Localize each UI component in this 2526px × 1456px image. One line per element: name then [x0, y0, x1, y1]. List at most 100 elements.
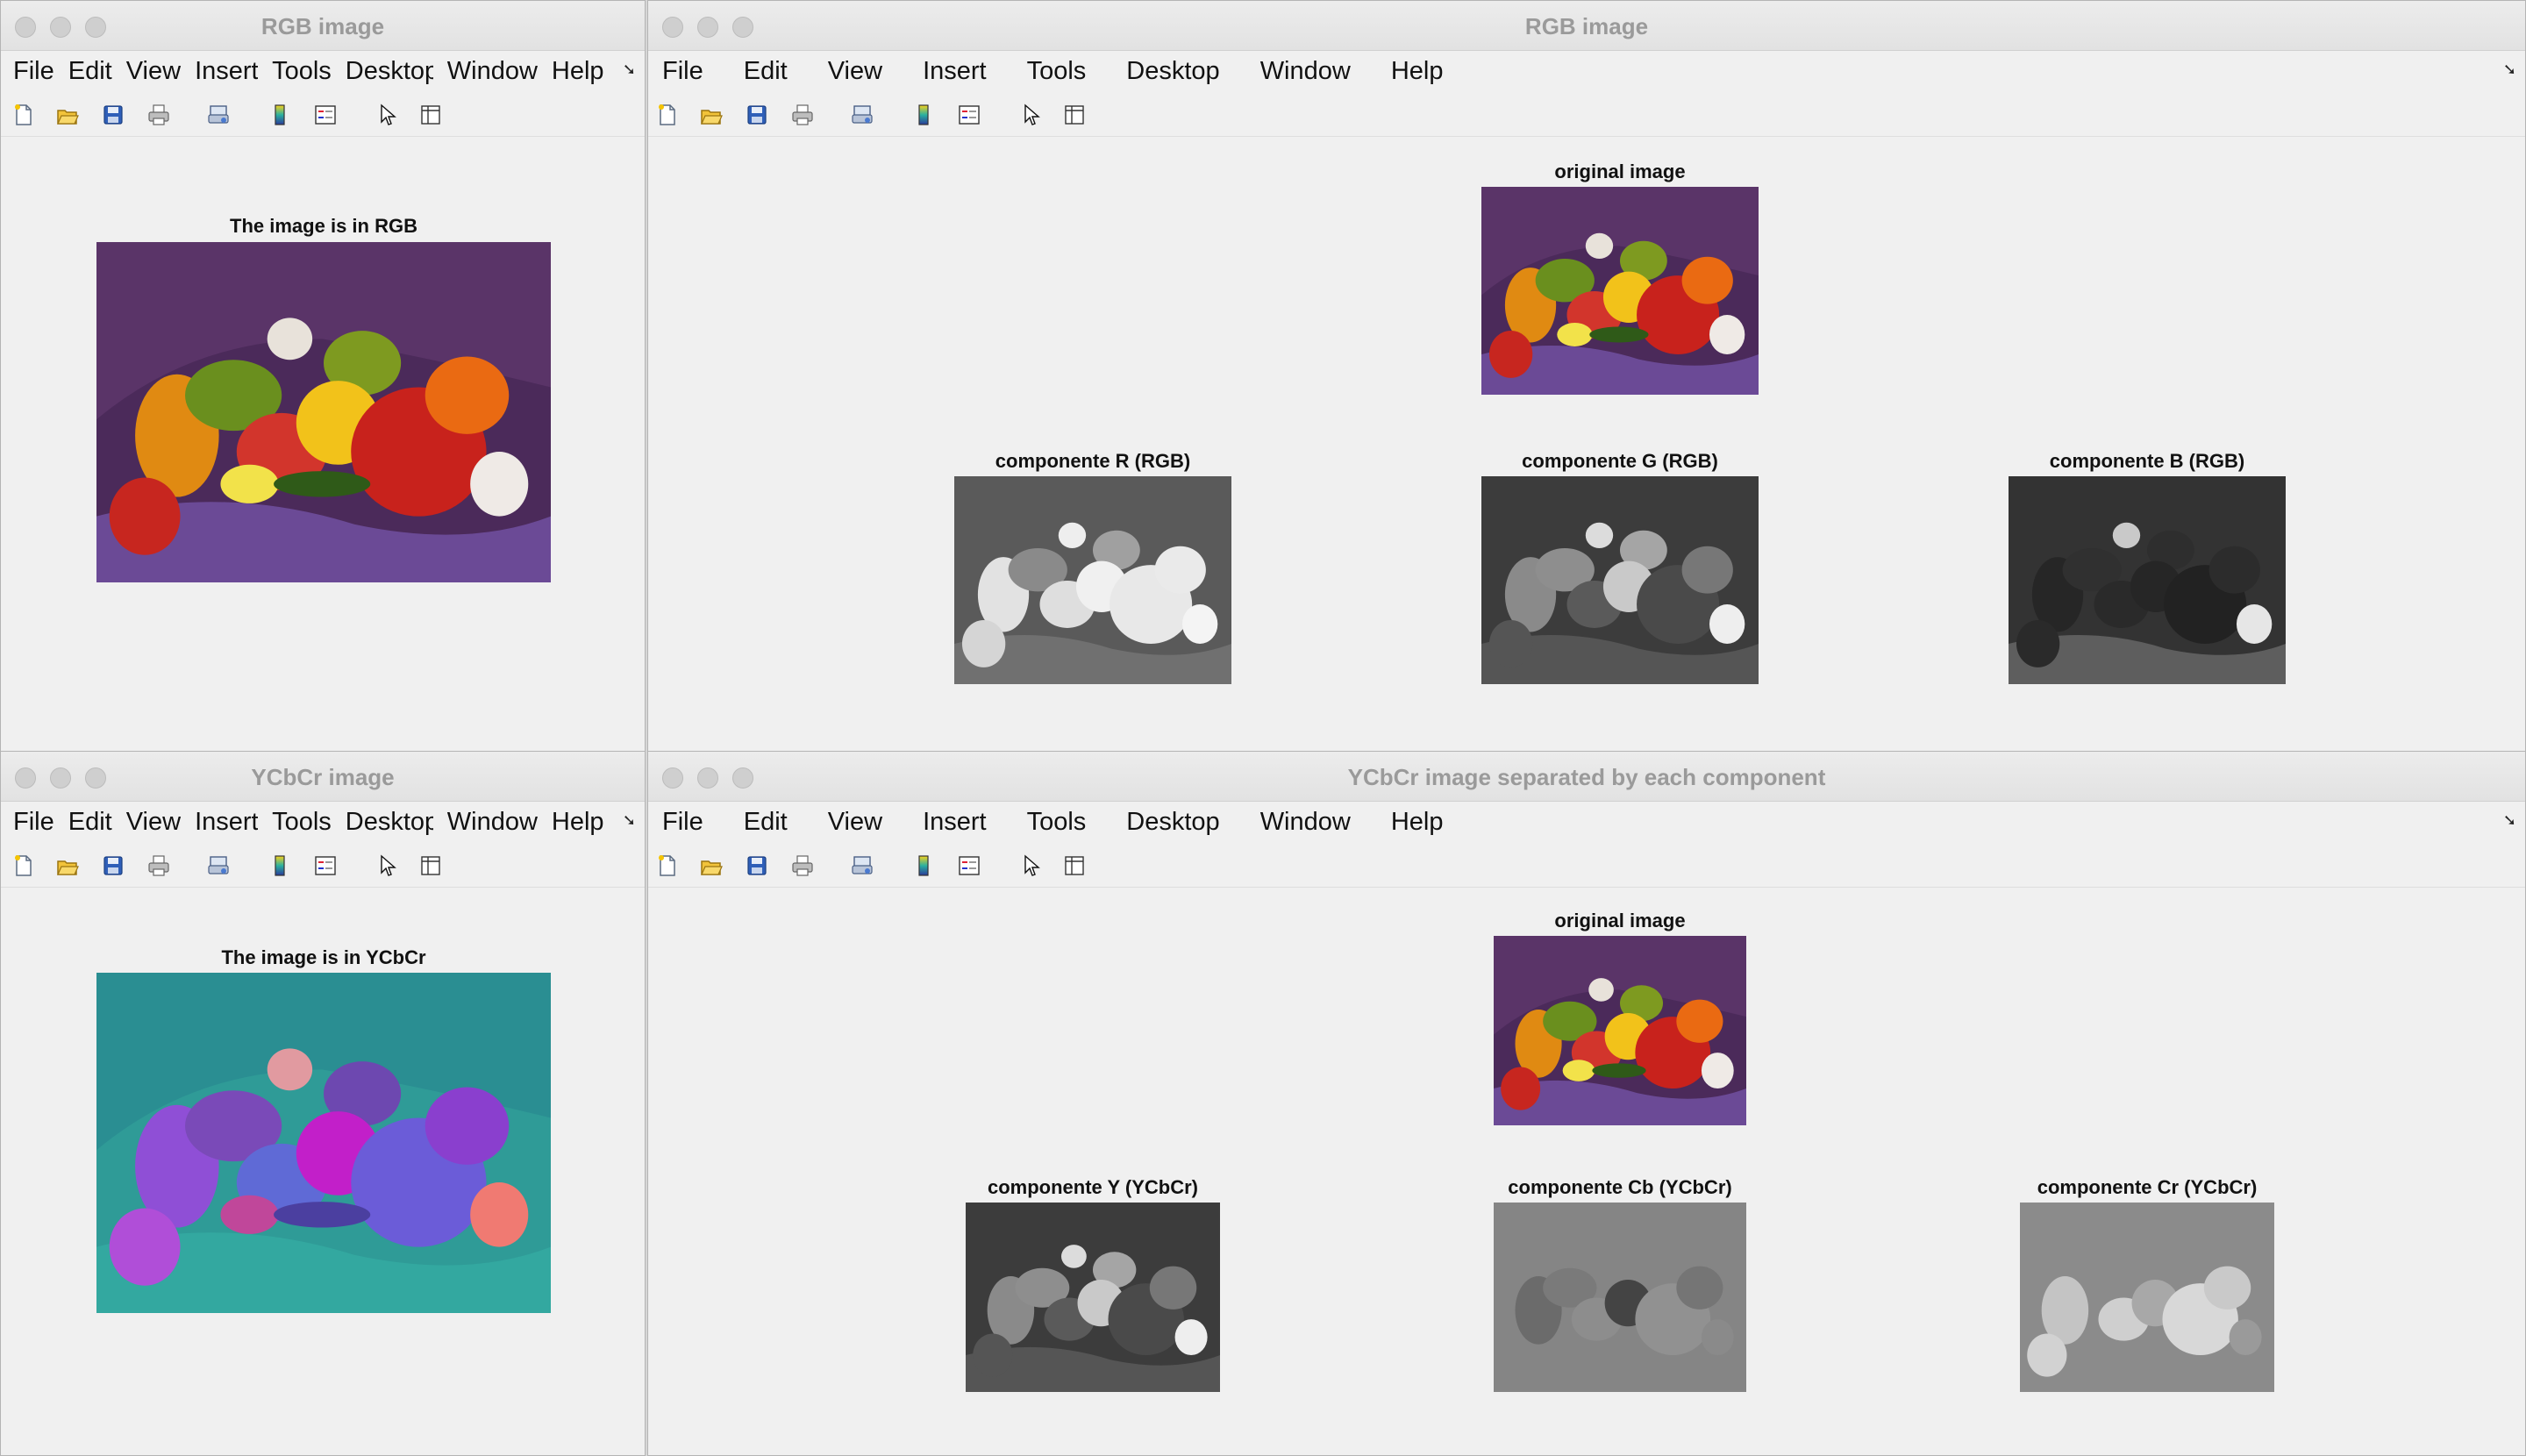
menu-window[interactable]: Window [447, 57, 538, 86]
legend-icon[interactable] [957, 103, 981, 127]
menu-file[interactable]: File [13, 808, 54, 837]
window-title: RGB image [1524, 13, 1649, 39]
menu-desktop[interactable]: Desktop [346, 57, 433, 86]
legend-icon[interactable] [957, 853, 981, 878]
title-bar[interactable]: RGB image [648, 1, 2525, 51]
menu-window[interactable]: Window [1260, 57, 1351, 86]
toolbar-expand-arrow-icon[interactable]: ➘ [623, 61, 636, 79]
menu-view[interactable]: View [126, 808, 181, 837]
component-g-image[interactable] [1481, 476, 1759, 684]
original-image[interactable] [1494, 936, 1746, 1125]
component-cb-image[interactable] [1494, 1203, 1746, 1392]
open-folder-icon[interactable] [699, 853, 724, 878]
figure-window-rgb-components: RGB image File Edit View Insert Tools De… [647, 0, 2526, 753]
menu-view[interactable]: View [126, 57, 181, 86]
menu-edit[interactable]: Edit [68, 57, 112, 86]
menu-help[interactable]: Help [1391, 808, 1444, 837]
new-file-icon[interactable] [11, 103, 36, 127]
menu-help[interactable]: Help [552, 808, 604, 837]
print-icon[interactable] [146, 103, 171, 127]
menu-help[interactable]: Help [552, 57, 604, 86]
component-cb-title: componente Cb (YCbCr) [1508, 1176, 1732, 1198]
title-bar[interactable]: RGB image [1, 1, 645, 51]
property-editor-icon[interactable] [1062, 103, 1087, 127]
figure-toolbar [1, 92, 645, 137]
rgb-image[interactable] [96, 242, 551, 582]
menu-file[interactable]: File [662, 57, 703, 86]
menu-insert[interactable]: Insert [195, 57, 258, 86]
print-icon[interactable] [790, 853, 815, 878]
new-file-icon[interactable] [655, 103, 680, 127]
menu-tools[interactable]: Tools [272, 808, 332, 837]
title-bar[interactable]: YCbCr image separated by each component [648, 752, 2525, 802]
menu-file[interactable]: File [13, 57, 54, 86]
property-editor-icon[interactable] [418, 853, 443, 878]
new-file-icon[interactable] [655, 853, 680, 878]
print-preview-icon[interactable] [850, 853, 874, 878]
pointer-icon[interactable] [1018, 853, 1043, 878]
menu-bar: File Edit View Insert Tools Desktop Wind… [648, 802, 2525, 842]
figure-window-ycbcr-image-small: YCbCr image File Edit View Insert Tools … [0, 751, 646, 1456]
toolbar-expand-arrow-icon[interactable]: ➘ [2503, 61, 2516, 79]
title-bar[interactable]: YCbCr image [1, 752, 645, 802]
colorbar-icon[interactable] [911, 853, 936, 878]
open-folder-icon[interactable] [699, 103, 724, 127]
save-icon[interactable] [745, 853, 769, 878]
menu-help[interactable]: Help [1391, 57, 1444, 86]
window-title: YCbCr image separated by each component [1347, 764, 1826, 790]
component-cr-title: componente Cr (YCbCr) [2037, 1176, 2258, 1198]
menu-tools[interactable]: Tools [1027, 57, 1087, 86]
figure-toolbar [648, 843, 2525, 888]
open-folder-icon[interactable] [55, 853, 80, 878]
property-editor-icon[interactable] [418, 103, 443, 127]
legend-icon[interactable] [313, 103, 338, 127]
figure-toolbar [648, 92, 2525, 137]
pointer-icon[interactable] [1018, 103, 1043, 127]
menu-desktop[interactable]: Desktop [1126, 808, 1219, 837]
menu-window[interactable]: Window [1260, 808, 1351, 837]
menu-tools[interactable]: Tools [272, 57, 332, 86]
menu-file[interactable]: File [662, 808, 703, 837]
save-icon[interactable] [745, 103, 769, 127]
menu-bar: File Edit View Insert Tools Desktop Wind… [1, 802, 645, 842]
menu-desktop[interactable]: Desktop [1126, 57, 1219, 86]
save-icon[interactable] [101, 853, 125, 878]
print-preview-icon[interactable] [850, 103, 874, 127]
pointer-icon[interactable] [375, 853, 399, 878]
pointer-icon[interactable] [375, 103, 399, 127]
colorbar-icon[interactable] [268, 103, 292, 127]
component-cr-image[interactable] [2020, 1203, 2274, 1392]
window-title: RGB image [260, 13, 385, 39]
original-image[interactable] [1481, 187, 1759, 395]
component-r-image[interactable] [954, 476, 1231, 684]
print-icon[interactable] [146, 853, 171, 878]
menu-insert[interactable]: Insert [195, 808, 258, 837]
menu-view[interactable]: View [828, 808, 882, 837]
print-preview-icon[interactable] [206, 103, 231, 127]
toolbar-expand-arrow-icon[interactable]: ➘ [623, 811, 636, 830]
menu-edit[interactable]: Edit [744, 57, 788, 86]
menu-insert[interactable]: Insert [923, 808, 987, 837]
component-g-title: componente G (RGB) [1522, 450, 1718, 472]
component-b-image[interactable] [2009, 476, 2286, 684]
print-icon[interactable] [790, 103, 815, 127]
new-file-icon[interactable] [11, 853, 36, 878]
ycbcr-image[interactable] [96, 973, 551, 1313]
print-preview-icon[interactable] [206, 853, 231, 878]
menu-edit[interactable]: Edit [68, 808, 112, 837]
menu-window[interactable]: Window [447, 808, 538, 837]
menu-insert[interactable]: Insert [923, 57, 987, 86]
open-folder-icon[interactable] [55, 103, 80, 127]
menu-desktop[interactable]: Desktop [346, 808, 433, 837]
colorbar-icon[interactable] [268, 853, 292, 878]
legend-icon[interactable] [313, 853, 338, 878]
save-icon[interactable] [101, 103, 125, 127]
toolbar-expand-arrow-icon[interactable]: ➘ [2503, 811, 2516, 830]
menu-tools[interactable]: Tools [1027, 808, 1087, 837]
component-b-title: componente B (RGB) [2049, 450, 2245, 472]
component-y-image[interactable] [966, 1203, 1220, 1392]
property-editor-icon[interactable] [1062, 853, 1087, 878]
colorbar-icon[interactable] [911, 103, 936, 127]
menu-view[interactable]: View [828, 57, 882, 86]
menu-edit[interactable]: Edit [744, 808, 788, 837]
